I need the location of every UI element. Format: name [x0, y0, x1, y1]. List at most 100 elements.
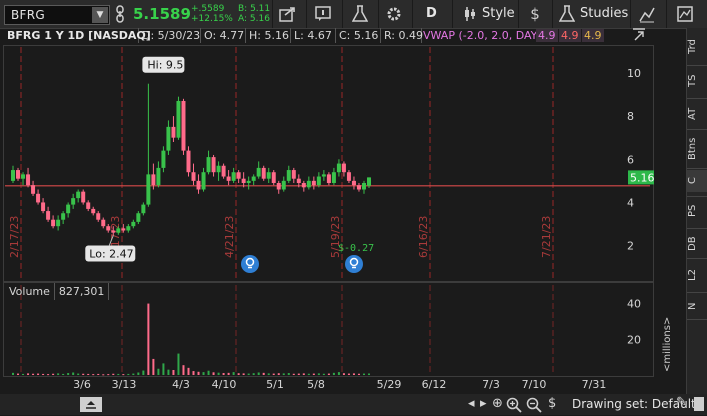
- candle-body: [131, 221, 136, 227]
- event-marker-label: 4/21/23: [223, 216, 236, 258]
- volume-header: Volume 827,301: [5, 283, 110, 300]
- candle-body: [201, 172, 206, 190]
- candle-body: [26, 174, 31, 186]
- candle-body: [11, 170, 15, 181]
- x-tick-label: 3/13: [112, 378, 137, 391]
- candle-body: [286, 170, 291, 181]
- candle-body: [216, 165, 221, 173]
- event-marker-label: 7/21/23: [540, 216, 553, 258]
- scroll-handle[interactable]: [80, 397, 102, 412]
- candle-body: [86, 202, 91, 209]
- event-marker-label: 2/17/23: [8, 216, 21, 258]
- candle-body: [241, 178, 246, 184]
- candle-body: [136, 213, 141, 222]
- candle-body: [206, 157, 211, 173]
- tab-n[interactable]: N: [687, 298, 707, 314]
- candle-body: [236, 172, 241, 179]
- tab-divider: [687, 168, 707, 169]
- candle-body: [296, 178, 301, 184]
- side-tab-bar: Trd TS AT Btns C PS DB L2 N: [686, 28, 707, 394]
- tab-trd[interactable]: Trd: [687, 34, 707, 60]
- candle-body: [261, 167, 266, 179]
- candle-body: [196, 180, 201, 190]
- x-tick-label: 7/31: [582, 378, 607, 391]
- zoom-out-icon[interactable]: [526, 397, 542, 416]
- candle-body: [191, 172, 196, 181]
- tab-divider: [687, 292, 707, 293]
- candle-body: [341, 163, 346, 173]
- volume-label: Volume: [5, 283, 55, 300]
- crosshair-icon[interactable]: ⊕: [492, 396, 503, 411]
- candle-body: [321, 174, 326, 177]
- dollar-icon[interactable]: $: [548, 396, 556, 411]
- candle-body: [61, 213, 66, 220]
- candle-body: [266, 172, 271, 179]
- candle-body: [46, 211, 51, 220]
- volume-value: 827,301: [55, 283, 110, 300]
- candle-body: [306, 180, 311, 188]
- price-tick-label: 6: [627, 153, 634, 166]
- candle-body: [291, 170, 296, 179]
- candle-body: [346, 172, 351, 181]
- candle-body: [96, 213, 101, 220]
- candle-body: [141, 204, 146, 214]
- bottom-bar: ◂ ▸ ⊕ $ Drawing set: Default ✎: [0, 394, 707, 415]
- candle-body: [146, 174, 151, 205]
- candle-body: [71, 198, 76, 205]
- candle-body: [121, 228, 126, 231]
- tab-c[interactable]: C: [687, 170, 707, 192]
- tab-divider: [687, 98, 707, 99]
- price-tick-label: 4: [627, 196, 634, 209]
- x-tick-label: 3/6: [73, 378, 91, 391]
- panel-handle[interactable]: [694, 397, 704, 411]
- earnings-label: $-0.27: [338, 243, 374, 254]
- lightbulb-icon: [345, 255, 363, 273]
- event-marker-label: 6/16/23: [417, 216, 430, 258]
- tab-ts[interactable]: TS: [687, 70, 707, 92]
- x-tick-label: 6/12: [422, 378, 447, 391]
- candle-body: [31, 185, 36, 194]
- candle-body: [116, 228, 121, 233]
- tab-divider: [687, 319, 707, 320]
- tab-divider: [687, 258, 707, 259]
- candle-body: [361, 183, 366, 190]
- candle-body: [56, 219, 61, 227]
- tab-divider: [687, 65, 707, 66]
- x-tick-label: 7/3: [482, 378, 500, 391]
- tab-db[interactable]: DB: [687, 233, 707, 255]
- candle-body: [231, 172, 236, 181]
- candle-body: [331, 172, 336, 184]
- tab-divider: [687, 228, 707, 229]
- tab-btns[interactable]: Btns: [687, 134, 707, 164]
- candle-body: [36, 193, 41, 203]
- tab-ps[interactable]: PS: [687, 200, 707, 222]
- candle-body: [186, 150, 191, 173]
- candle-body: [101, 219, 106, 227]
- drawing-tools-icon[interactable]: ✎: [676, 395, 687, 410]
- tab-at[interactable]: AT: [687, 103, 707, 125]
- scroll-right-icon[interactable]: ▸: [480, 396, 487, 411]
- candle-body: [16, 170, 21, 179]
- candle-body: [66, 204, 71, 214]
- candle-body: [166, 126, 171, 151]
- tab-l2[interactable]: L2: [687, 264, 707, 286]
- candle-body: [171, 126, 176, 138]
- x-tick-label: 5/1: [266, 378, 284, 391]
- candle-body: [226, 176, 231, 181]
- price-tick-label: 2: [627, 240, 634, 253]
- candle-body: [156, 167, 161, 186]
- candle-body: [251, 176, 256, 181]
- price-tick-label: 10: [627, 67, 641, 80]
- candle-body: [326, 174, 331, 184]
- scroll-left-icon[interactable]: ◂: [468, 396, 475, 411]
- candle-body: [211, 157, 216, 173]
- zoom-in-icon[interactable]: [506, 397, 522, 416]
- candle-body: [91, 208, 96, 214]
- candle-body: [181, 100, 186, 151]
- candle-body: [271, 172, 276, 184]
- candle-body: [176, 100, 181, 138]
- high-callout-text: Hi: 9.5: [147, 59, 183, 72]
- lightbulb-icon: [241, 255, 259, 273]
- candle-body: [311, 180, 316, 186]
- candle-body: [126, 226, 131, 231]
